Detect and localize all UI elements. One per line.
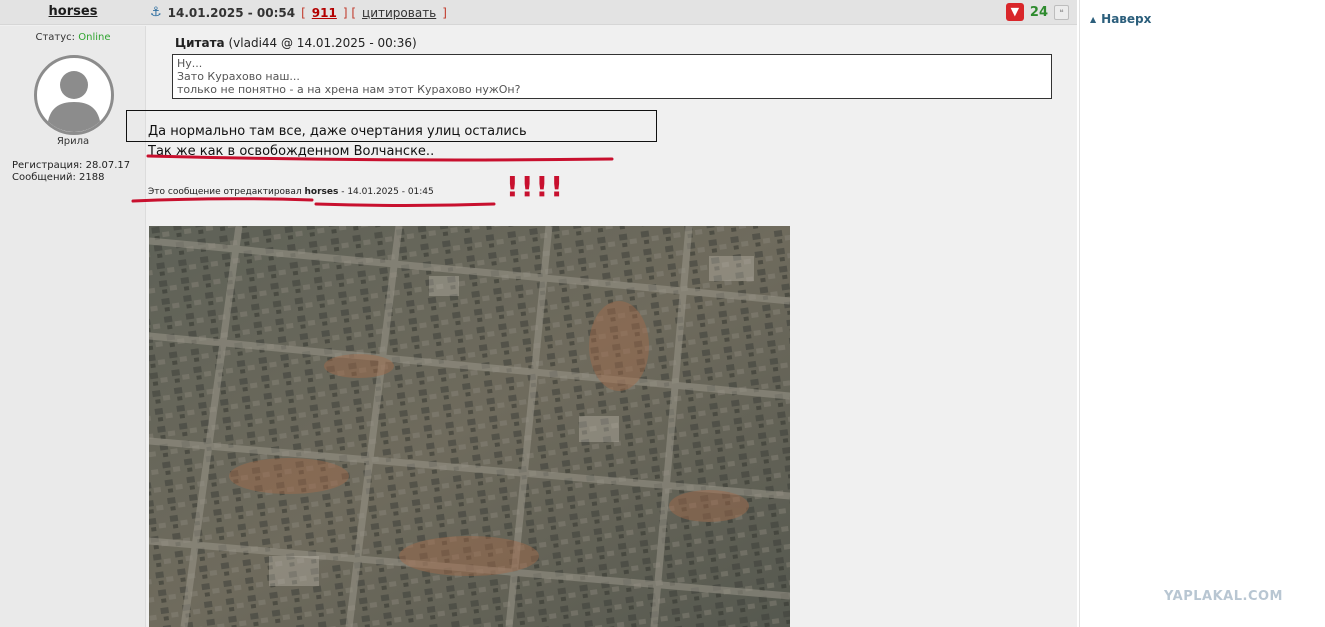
quote-line: Зато Курахово наш... xyxy=(177,70,300,83)
author-registration: Регистрация: 28.07.17 xyxy=(12,160,131,171)
post-meta: ⚓ 14.01.2025 - 00:54 [ 911 ] [ цитироват… xyxy=(150,5,447,20)
quote-line: только не понятно - а на хрена нам этот … xyxy=(177,83,521,96)
bracket-open: [ xyxy=(301,5,306,20)
quote-meta: (vladi44 @ 14.01.2025 - 00:36) xyxy=(228,36,417,50)
status-value: Online xyxy=(78,32,111,43)
status-label: Статус: xyxy=(35,32,76,43)
author-messages: Сообщений: 2188 xyxy=(12,172,105,183)
author-name-link[interactable]: horses xyxy=(2,4,144,19)
aerial-ruins-photo xyxy=(149,226,790,627)
forum-post: horses ⚓ 14.01.2025 - 00:54 [ 911 ] [ ци… xyxy=(0,0,1077,627)
author-column: Статус: Online Ярила Регистрация: 28.07.… xyxy=(0,26,146,627)
author-status: Статус: Online xyxy=(0,32,146,43)
default-avatar-icon xyxy=(47,71,101,132)
post-photo[interactable] xyxy=(149,226,790,627)
rating-count: 24 xyxy=(1029,4,1048,20)
bracket-close: ] xyxy=(442,5,447,20)
quote-link[interactable]: цитировать xyxy=(362,6,436,20)
author-rank: Ярила xyxy=(56,136,90,147)
to-top-label: Наверх xyxy=(1101,12,1152,26)
post-rating: ▼ 24 ❝ xyxy=(1005,3,1069,21)
right-sidebar: ▲ Наверх YAPLAKAL.COM xyxy=(1079,0,1325,627)
quote-header: Цитата (vladi44 @ 14.01.2025 - 00:36) xyxy=(175,36,417,50)
bracket-separator: ] [ xyxy=(342,5,357,20)
quote-icon[interactable]: ❝ xyxy=(1054,4,1069,20)
edit-note-author[interactable]: horses xyxy=(304,187,338,197)
post-text-line: Да нормально там все, даже очертания ули… xyxy=(148,124,527,139)
to-top-link[interactable]: ▲ Наверх xyxy=(1090,12,1151,26)
post-text-line: Так же как в освобожденном Волчанске.. xyxy=(148,144,435,159)
edit-note-date: - 14.01.2025 - 01:45 xyxy=(341,187,434,197)
site-watermark: YAPLAKAL.COM xyxy=(1164,589,1283,604)
annotation-exclamation: !!!! xyxy=(506,170,566,203)
avatar[interactable] xyxy=(34,55,114,135)
triangle-up-icon: ▲ xyxy=(1090,14,1097,24)
post-number-link[interactable]: 911 xyxy=(312,6,337,20)
quote-line: Ну... xyxy=(177,57,203,70)
anchor-icon[interactable]: ⚓ xyxy=(150,5,162,20)
author-stats: Регистрация: 28.07.17 Сообщений: 2188 xyxy=(12,160,130,184)
quote-box: Ну... Зато Курахово наш... только не пон… xyxy=(172,54,1052,99)
post-header: horses ⚓ 14.01.2025 - 00:54 [ 911 ] [ ци… xyxy=(0,0,1077,25)
edit-note-prefix: Это сообщение отредактировал xyxy=(148,187,302,197)
edit-note: Это сообщение отредактировал horses - 14… xyxy=(148,187,434,197)
post-date: 14.01.2025 - 00:54 xyxy=(167,5,296,20)
quote-title: Цитата xyxy=(175,36,225,50)
thumb-down-icon[interactable]: ▼ xyxy=(1005,3,1024,21)
